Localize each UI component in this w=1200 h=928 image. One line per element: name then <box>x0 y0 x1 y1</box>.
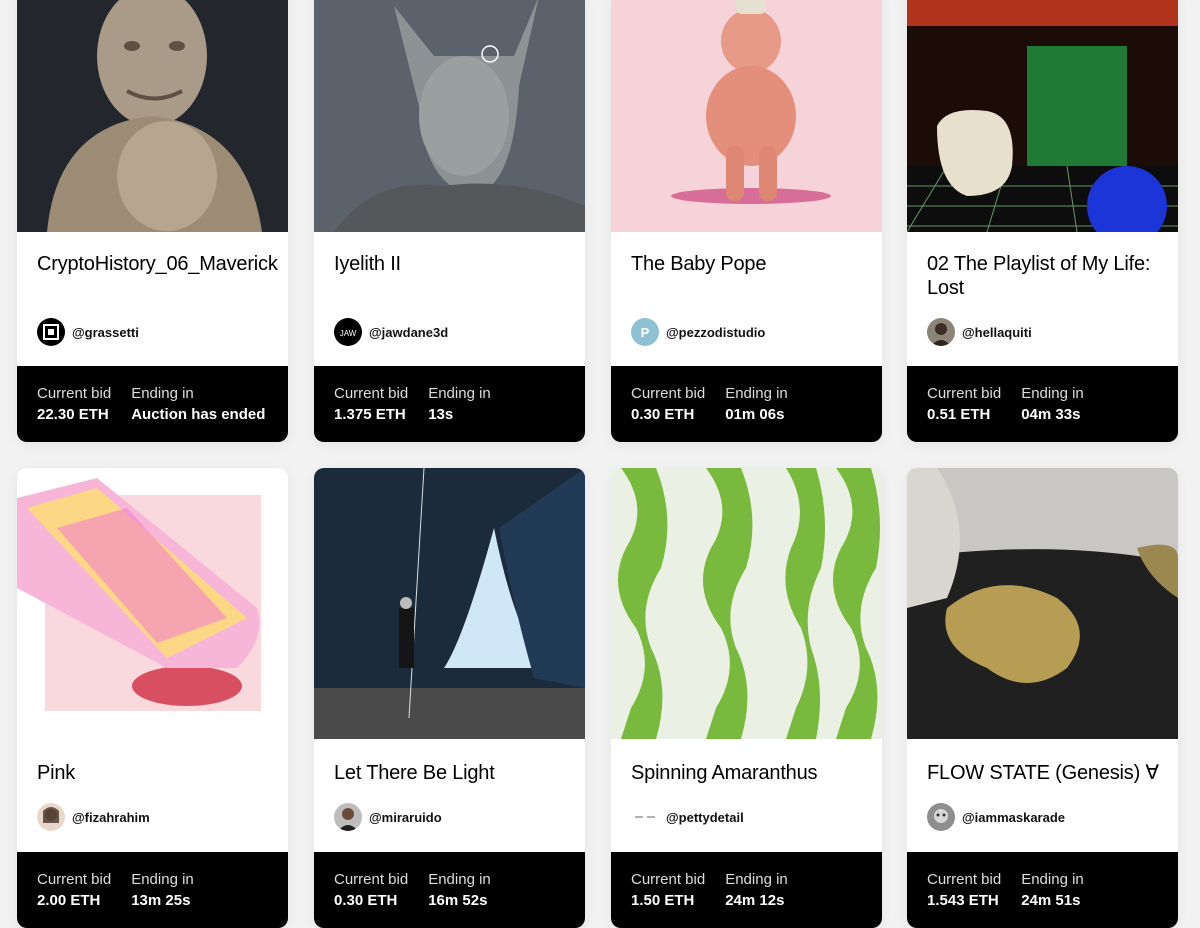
creator-handle: @pettydetail <box>666 809 744 825</box>
creator-link[interactable]: @grassetti <box>37 318 139 346</box>
avatar: JAW <box>334 318 362 346</box>
creator-handle: @miraruido <box>369 809 442 825</box>
ending-in-value: Auction has ended <box>131 406 266 423</box>
current-bid-value: 1.543 ETH <box>927 892 999 909</box>
current-bid-label: Current bid <box>927 385 1002 402</box>
creator-link[interactable]: @iammaskarade <box>927 803 1065 831</box>
nft-card[interactable]: FLOW STATE (Genesis) ∀ @iammaskarade Cur… <box>907 468 1178 928</box>
bid-bar: Current bid 1.50 ETH Ending in 24m 12s <box>611 852 882 928</box>
creator-link[interactable]: @pettydetail <box>631 803 744 831</box>
current-bid-label: Current bid <box>631 385 706 402</box>
artwork-title[interactable]: FLOW STATE (Genesis) ∀ <box>927 761 1178 785</box>
artwork-sculpture-image[interactable] <box>314 0 585 232</box>
avatar <box>927 318 955 346</box>
current-bid-label: Current bid <box>334 385 409 402</box>
nft-card[interactable]: 02 The Playlist of My Life: Lost @hellaq… <box>907 0 1178 442</box>
current-bid-label: Current bid <box>334 871 409 888</box>
artwork-title[interactable]: 02 The Playlist of My Life: Lost <box>927 252 1178 300</box>
creator-handle: @pezzodistudio <box>666 324 766 340</box>
bid-bar: Current bid 0.30 ETH Ending in 01m 06s <box>611 366 882 442</box>
ending-in-value: 16m 52s <box>428 892 488 909</box>
avatar <box>37 318 65 346</box>
artwork-amaranthus-image[interactable] <box>611 468 882 739</box>
artwork-title[interactable]: The Baby Pope <box>631 252 882 276</box>
current-bid-value: 1.50 ETH <box>631 892 695 909</box>
ending-in-value: 04m 33s <box>1021 406 1081 423</box>
creator-handle: @hellaquiti <box>962 324 1032 340</box>
ending-in-label: Ending in <box>725 385 788 402</box>
ending-in-value: 13m 25s <box>131 892 191 909</box>
nft-card[interactable]: Spinning Amaranthus @pettydetail Current… <box>611 468 882 928</box>
artwork-curtain-image[interactable] <box>314 468 585 739</box>
bid-bar: Current bid 0.51 ETH Ending in 04m 33s <box>907 366 1178 442</box>
artwork-room-image[interactable] <box>907 0 1178 232</box>
artwork-baby-image[interactable] <box>611 0 882 232</box>
ending-in-label: Ending in <box>1021 385 1084 402</box>
bid-bar: Current bid 22.30 ETH Ending in Auction ha… <box>17 366 288 442</box>
current-bid-value: 0.30 ETH <box>631 406 695 423</box>
ending-in-value: 24m 12s <box>725 892 785 909</box>
avatar: P <box>631 318 659 346</box>
creator-handle: @jawdane3d <box>369 324 449 340</box>
ending-in-label: Ending in <box>131 871 194 888</box>
creator-link[interactable]: @hellaquiti <box>927 318 1032 346</box>
nft-card[interactable]: Pink @fizahrahim Current bid 2.00 ETH End… <box>17 468 288 928</box>
avatar <box>927 803 955 831</box>
artwork-title[interactable]: Let There Be Light <box>334 761 585 785</box>
ending-in-value: 13s <box>428 406 454 423</box>
bid-bar: Current bid 2.00 ETH Ending in 13m 25s <box>17 852 288 928</box>
creator-link[interactable]: @fizahrahim <box>37 803 150 831</box>
current-bid-value: 2.00 ETH <box>37 892 101 909</box>
avatar <box>631 803 659 831</box>
ending-in-value: 01m 06s <box>725 406 785 423</box>
artwork-bust-image[interactable] <box>17 0 288 232</box>
creator-link[interactable]: @miraruido <box>334 803 442 831</box>
creator-handle: @iammaskarade <box>962 809 1066 825</box>
creator-handle: @fizahrahim <box>72 809 150 825</box>
current-bid-label: Current bid <box>37 385 112 402</box>
artwork-flow-state-image[interactable] <box>907 468 1178 739</box>
ending-in-label: Ending in <box>428 871 491 888</box>
ending-in-label: Ending in <box>1021 871 1084 888</box>
artwork-pink-image[interactable] <box>17 468 288 739</box>
avatar <box>334 803 362 831</box>
nft-card[interactable]: CryptoHistory_06_Maverick @grassetti Cur… <box>17 0 288 442</box>
creator-link[interactable]: P @pezzodistudio <box>631 318 765 346</box>
current-bid-label: Current bid <box>927 871 1002 888</box>
nft-card[interactable]: The Baby Pope P @pezzodistudio Current b… <box>611 0 882 442</box>
bid-bar: Current bid 1.375 ETH Ending in 13s <box>314 366 585 442</box>
current-bid-label: Current bid <box>631 871 706 888</box>
nft-card[interactable]: Let There Be Light @miraruido Current bi… <box>314 468 585 928</box>
artwork-title[interactable]: Iyelith II <box>334 252 585 276</box>
ending-in-label: Ending in <box>131 385 194 402</box>
current-bid-value: 22.30 ETH <box>37 406 109 423</box>
creator-link[interactable]: JAW @jawdane3d <box>334 318 448 346</box>
bid-bar: Current bid 0.30 ETH Ending in 16m 52s <box>314 852 585 928</box>
ending-in-value: 24m 51s <box>1021 892 1081 909</box>
artwork-title[interactable]: CryptoHistory_06_Maverick <box>37 252 288 276</box>
current-bid-value: 1.375 ETH <box>334 406 406 423</box>
current-bid-value: 0.51 ETH <box>927 406 991 423</box>
creator-handle: @grassetti <box>72 324 139 340</box>
svg-text:JAW: JAW <box>340 329 357 338</box>
current-bid-label: Current bid <box>37 871 112 888</box>
artwork-title[interactable]: Pink <box>37 761 288 785</box>
bid-bar: Current bid 1.543 ETH Ending in 24m 51s <box>907 852 1178 928</box>
ending-in-label: Ending in <box>428 385 491 402</box>
svg-text:P: P <box>641 325 650 340</box>
artwork-title[interactable]: Spinning Amaranthus <box>631 761 882 785</box>
nft-card[interactable]: Iyelith II JAW @jawdane3d Current bid 1.3… <box>314 0 585 442</box>
current-bid-value: 0.30 ETH <box>334 892 398 909</box>
avatar <box>37 803 65 831</box>
ending-in-label: Ending in <box>725 871 788 888</box>
